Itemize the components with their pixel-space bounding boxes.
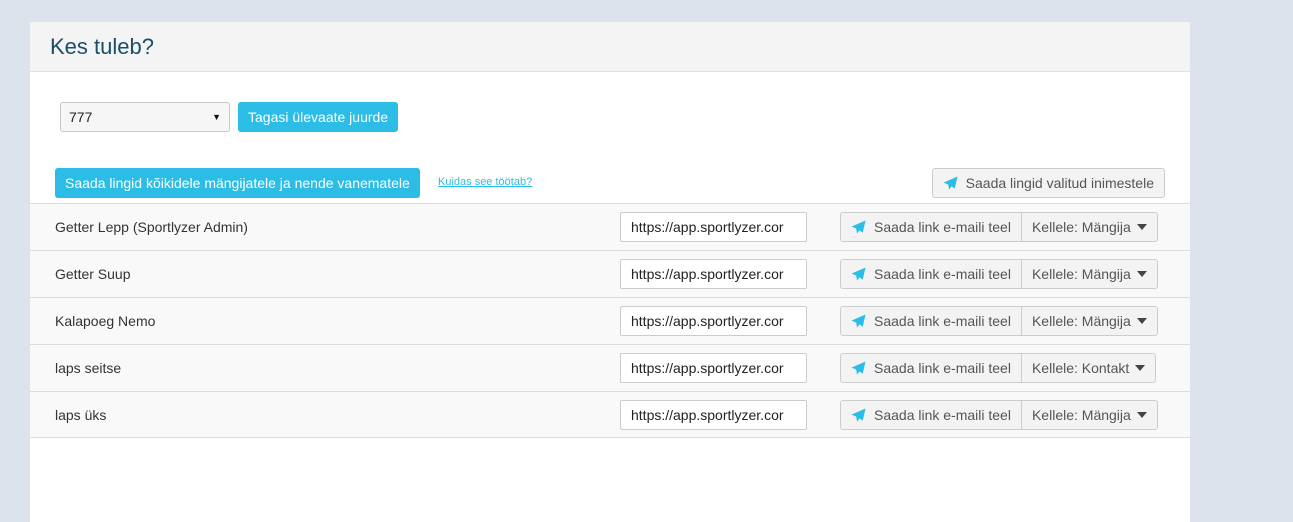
send-email-button[interactable]: Saada link e-maili teel — [840, 212, 1022, 242]
action-bar: Saada lingid kõikidele mängijatele ja ne… — [55, 168, 1165, 198]
invite-link-field[interactable]: https://app.sportlyzer.cor — [620, 400, 807, 430]
send-selected-button[interactable]: Saada lingid valitud inimestele — [931, 168, 1165, 198]
event-select[interactable]: 777 ▼ — [60, 102, 230, 132]
recipient-label: Kellele: Mängija — [1031, 313, 1131, 329]
panel-header: Kes tuleb? — [30, 22, 1190, 72]
main-panel: Kes tuleb? 777 ▼ Tagasi ülevaate juurde … — [30, 22, 1190, 522]
send-email-button[interactable]: Saada link e-maili teel — [840, 259, 1022, 289]
participant-row: Getter Suup https://app.sportlyzer.cor Saa… — [30, 250, 1190, 297]
send-email-button[interactable]: Saada link e-maili teel — [840, 400, 1022, 430]
recipient-label: Kellele: Mängija — [1031, 266, 1131, 282]
recipient-label: Kellele: Mängija — [1031, 407, 1131, 423]
caret-down-icon — [1136, 224, 1147, 230]
event-select-value: 777 — [69, 109, 93, 125]
participants-list: Getter Lepp (Sportlyzer Admin) https://ap… — [30, 203, 1190, 438]
participant-row: laps seitse https://app.sportlyzer.cor Saa… — [30, 344, 1190, 391]
back-to-overview-button[interactable]: Tagasi ülevaate juurde — [238, 102, 399, 132]
participant-row: Kalapoeg Nemo https://app.sportlyzer.cor S… — [30, 297, 1190, 344]
caret-down-icon — [1136, 271, 1147, 277]
send-email-label: Saada link e-maili teel — [874, 313, 1011, 329]
send-button-group: Saada link e-maili teel Kellele: Mängija — [840, 400, 1158, 430]
send-button-group: Saada link e-maili teel Kellele: Mängija — [840, 306, 1158, 336]
recipient-dropdown[interactable]: Kellele: Mängija — [1021, 306, 1158, 336]
dropdown-arrow-icon: ▼ — [212, 112, 221, 122]
paper-plane-icon — [943, 175, 958, 190]
invite-link-field[interactable]: https://app.sportlyzer.cor — [620, 353, 807, 383]
paper-plane-icon — [851, 407, 866, 422]
participant-name: Getter Suup — [55, 266, 131, 282]
send-email-label: Saada link e-maili teel — [874, 360, 1011, 376]
invite-link-field[interactable]: https://app.sportlyzer.cor — [620, 306, 807, 336]
participant-name: Kalapoeg Nemo — [55, 313, 156, 329]
send-button-group: Saada link e-maili teel Kellele: Mängija — [840, 259, 1158, 289]
send-all-links-button[interactable]: Saada lingid kõikidele mängijatele ja ne… — [55, 168, 420, 198]
participant-row: laps üks https://app.sportlyzer.cor Saada … — [30, 391, 1190, 438]
caret-down-icon — [1136, 318, 1147, 324]
caret-down-icon — [1136, 412, 1147, 418]
participant-row: Getter Lepp (Sportlyzer Admin) https://ap… — [30, 203, 1190, 250]
send-selected-label: Saada lingid valitud inimestele — [965, 175, 1154, 191]
participant-name: Getter Lepp (Sportlyzer Admin) — [55, 219, 248, 235]
how-it-works-link[interactable]: Kuidas see töötab? — [438, 176, 532, 188]
recipient-dropdown[interactable]: Kellele: Mängija — [1021, 400, 1158, 430]
recipient-label: Kellele: Kontakt — [1031, 360, 1130, 376]
paper-plane-icon — [851, 360, 866, 375]
send-email-button[interactable]: Saada link e-maili teel — [840, 306, 1022, 336]
send-email-button[interactable]: Saada link e-maili teel — [840, 353, 1022, 383]
send-email-label: Saada link e-maili teel — [874, 219, 1011, 235]
participant-name: laps üks — [55, 407, 107, 423]
topbar: 777 ▼ Tagasi ülevaate juurde — [60, 102, 399, 132]
send-button-group: Saada link e-maili teel Kellele: Kontakt — [840, 353, 1157, 383]
page-title: Kes tuleb? — [50, 33, 154, 59]
recipient-dropdown[interactable]: Kellele: Kontakt — [1021, 353, 1157, 383]
send-button-group: Saada link e-maili teel Kellele: Mängija — [840, 212, 1158, 242]
recipient-dropdown[interactable]: Kellele: Mängija — [1021, 212, 1158, 242]
paper-plane-icon — [851, 313, 866, 328]
paper-plane-icon — [851, 266, 866, 281]
participant-name: laps seitse — [55, 360, 122, 376]
send-email-label: Saada link e-maili teel — [874, 266, 1011, 282]
send-email-label: Saada link e-maili teel — [874, 407, 1011, 423]
invite-link-field[interactable]: https://app.sportlyzer.cor — [620, 259, 807, 289]
paper-plane-icon — [851, 219, 866, 234]
recipient-dropdown[interactable]: Kellele: Mängija — [1021, 259, 1158, 289]
recipient-label: Kellele: Mängija — [1031, 219, 1131, 235]
invite-link-field[interactable]: https://app.sportlyzer.cor — [620, 212, 807, 242]
caret-down-icon — [1135, 365, 1146, 371]
